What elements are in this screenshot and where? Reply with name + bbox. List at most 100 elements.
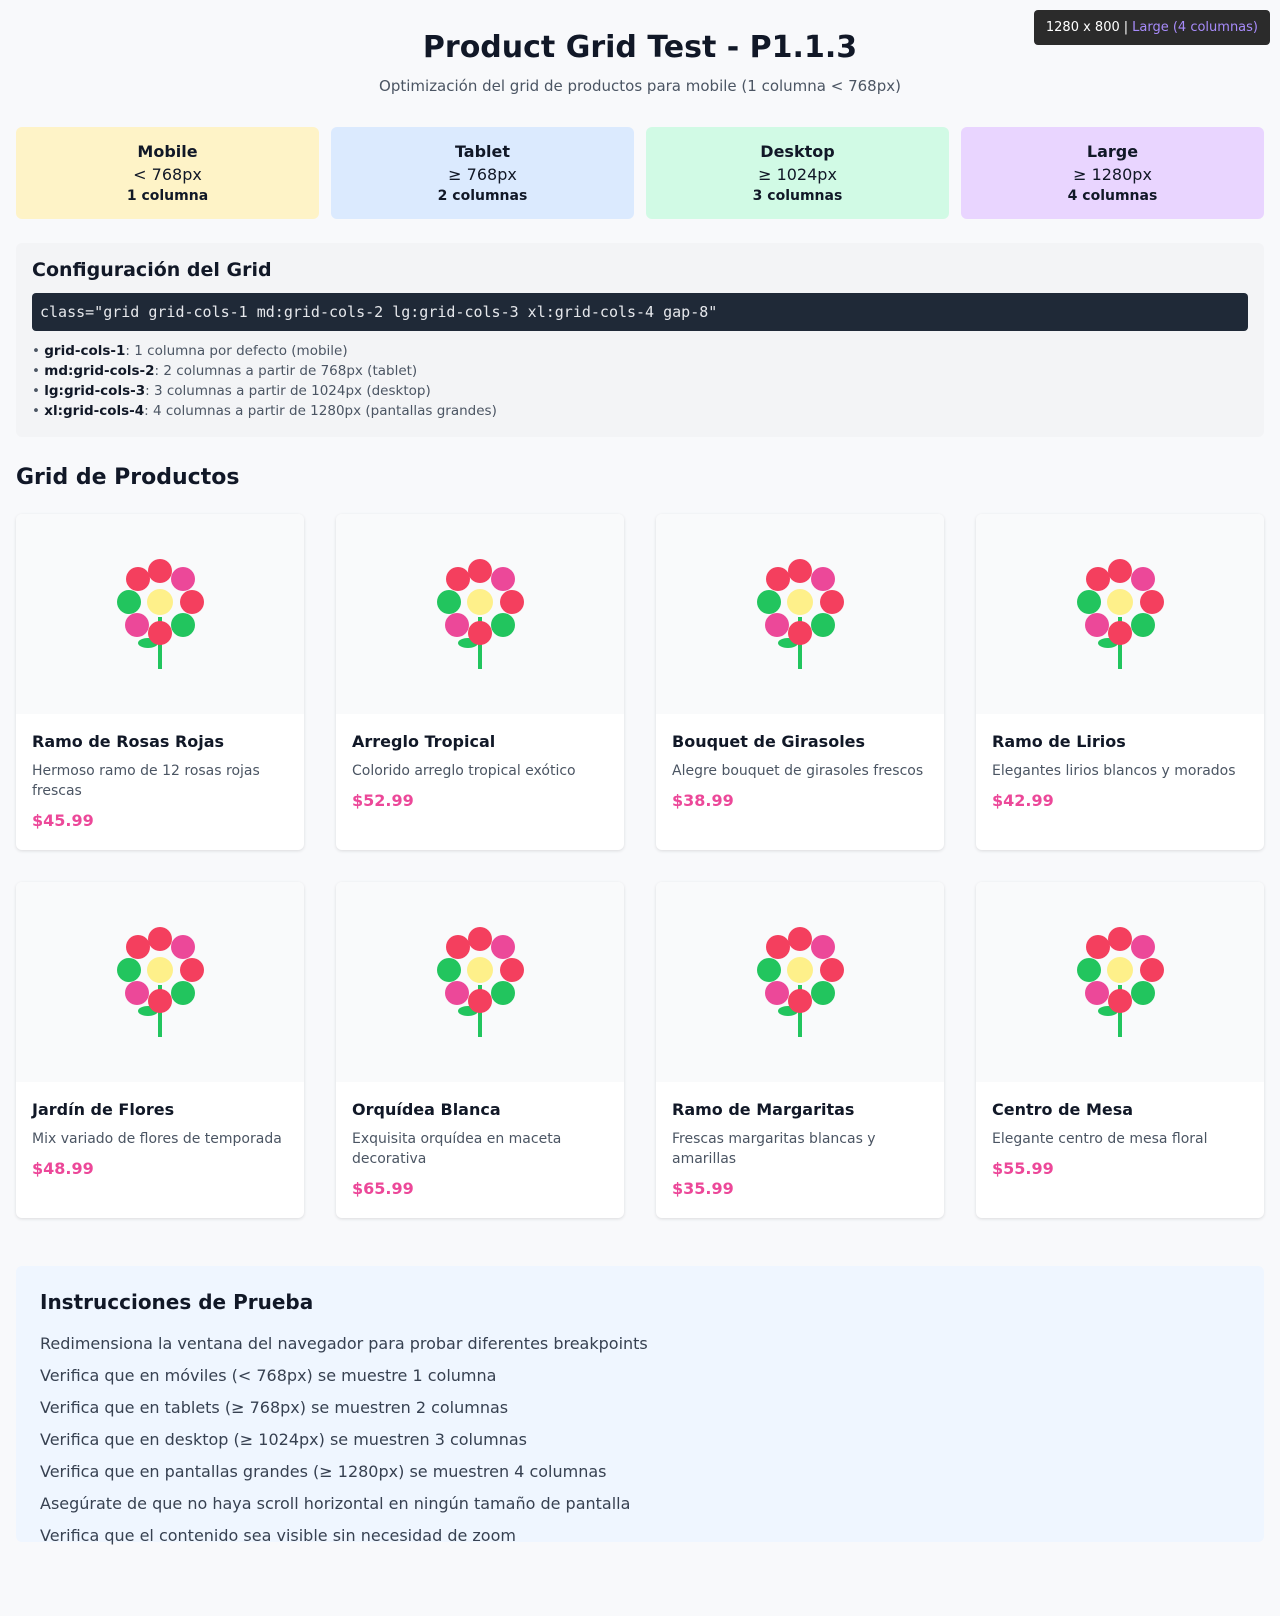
product-name: Arreglo Tropical xyxy=(352,732,496,751)
product-description: Mix variado de flores de temporada xyxy=(32,1131,282,1147)
product-name: Bouquet de Girasoles xyxy=(672,732,866,751)
product-image xyxy=(16,514,304,714)
instruction-item: Verifica que en móviles (< 768px) se mue… xyxy=(40,1366,497,1385)
product-price: $35.99 xyxy=(672,1179,734,1198)
product-info: Bouquet de Girasoles Alegre bouquet de gi… xyxy=(656,714,944,826)
instruction-item: Asegúrate de que no haya scroll horizont… xyxy=(40,1494,631,1513)
product-card[interactable]: Ramo de Lirios Elegantes lirios blancos y… xyxy=(976,514,1264,850)
flower-icon xyxy=(1077,559,1164,669)
instruction-item: Verifica que en tablets (≥ 768px) se mue… xyxy=(40,1398,509,1417)
config-item-text: : 1 columna por defecto (mobile) xyxy=(125,343,348,359)
breakpoint-columns: 4 columnas xyxy=(1067,188,1158,204)
instructions-title: Instrucciones de Prueba xyxy=(40,1290,314,1314)
breakpoint-size: ≥ 1024px xyxy=(758,165,837,184)
flower-icon xyxy=(437,927,524,1037)
product-info: Centro de Mesa Elegante centro de mesa fl… xyxy=(976,1082,1264,1194)
product-name: Ramo de Lirios xyxy=(992,732,1126,751)
breakpoint-columns: 1 columna xyxy=(126,188,209,204)
product-name: Jardín de Flores xyxy=(32,1100,175,1119)
product-description: Elegantes lirios blancos y morados xyxy=(992,763,1236,779)
product-description: Elegante centro de mesa floral xyxy=(992,1131,1208,1147)
config-item-text: : 2 columnas a partir de 768px (tablet) xyxy=(154,363,418,379)
config-code-block: class="grid grid-cols-1 md:grid-cols-2 l… xyxy=(32,293,1248,331)
viewport-breakpoint: Large (4 columnas) xyxy=(1132,20,1258,35)
product-price: $48.99 xyxy=(32,1159,94,1178)
product-info: Ramo de Margaritas Frescas margaritas bla… xyxy=(656,1082,944,1214)
product-price: $42.99 xyxy=(992,791,1054,810)
product-description: Frescas margaritas blancas y amarillas xyxy=(672,1131,876,1167)
instruction-item: Verifica que el contenido sea visible si… xyxy=(40,1526,516,1545)
product-grid: Ramo de Rosas Rojas Hermoso ramo de 12 ro… xyxy=(16,514,1264,1218)
breakpoint-name: Desktop xyxy=(760,142,835,161)
product-price: $45.99 xyxy=(32,811,94,830)
product-card[interactable]: Centro de Mesa Elegante centro de mesa fl… xyxy=(976,882,1264,1218)
product-description: Alegre bouquet de girasoles frescos xyxy=(672,763,924,779)
product-image xyxy=(336,882,624,1082)
instructions-list: Redimensiona la ventana del navegador pa… xyxy=(40,1328,1240,1552)
product-image xyxy=(656,514,944,714)
product-price: $65.99 xyxy=(352,1179,414,1198)
instruction-item: Redimensiona la ventana del navegador pa… xyxy=(40,1334,648,1353)
breakpoint-columns: 3 columnas xyxy=(752,188,843,204)
config-item-text: : 4 columnas a partir de 1280px (pantall… xyxy=(144,403,497,419)
product-price: $52.99 xyxy=(352,791,414,810)
config-item-class: xl:grid-cols-4 xyxy=(44,403,145,419)
instruction-item: Verifica que en desktop (≥ 1024px) se mu… xyxy=(40,1430,527,1449)
flower-icon xyxy=(757,927,844,1037)
flower-icon xyxy=(757,559,844,669)
config-item: • grid-cols-1: 1 columna por defecto (mo… xyxy=(32,343,348,359)
product-card[interactable]: Ramo de Margaritas Frescas margaritas bla… xyxy=(656,882,944,1218)
config-title: Configuración del Grid xyxy=(32,259,272,281)
breakpoint-size: ≥ 1280px xyxy=(1073,165,1152,184)
config-list: • grid-cols-1: 1 columna por defecto (mo… xyxy=(32,341,1248,421)
config-item: • md:grid-cols-2: 2 columnas a partir de… xyxy=(32,363,418,379)
flower-icon xyxy=(437,559,524,669)
product-description: Exquisita orquídea en maceta decorativa xyxy=(352,1131,562,1167)
config-item: • lg:grid-cols-3: 3 columnas a partir de… xyxy=(32,383,431,399)
breakpoint-card-tablet: Tablet ≥ 768px 2 columnas xyxy=(331,127,634,219)
product-image xyxy=(976,514,1264,714)
product-info: Jardín de Flores Mix variado de flores de… xyxy=(16,1082,304,1194)
breakpoint-legend: Mobile < 768px 1 columna Tablet ≥ 768px … xyxy=(16,127,1264,219)
test-instructions-panel: Instrucciones de Prueba Redimensiona la … xyxy=(16,1266,1264,1545)
instruction-item: Verifica que en pantallas grandes (≥ 128… xyxy=(40,1462,607,1481)
product-image xyxy=(976,882,1264,1082)
breakpoint-card-large: Large ≥ 1280px 4 columnas xyxy=(961,127,1264,219)
product-price: $55.99 xyxy=(992,1159,1054,1178)
flower-icon xyxy=(117,559,204,669)
breakpoint-name: Large xyxy=(1086,142,1139,161)
config-item-class: lg:grid-cols-3 xyxy=(44,383,146,399)
product-image xyxy=(656,882,944,1082)
product-info: Ramo de Lirios Elegantes lirios blancos y… xyxy=(976,714,1264,826)
product-card[interactable]: Orquídea Blanca Exquisita orquídea en mac… xyxy=(336,882,624,1218)
product-card[interactable]: Arreglo Tropical Colorido arreglo tropica… xyxy=(336,514,624,850)
product-card[interactable]: Bouquet de Girasoles Alegre bouquet de gi… xyxy=(656,514,944,850)
viewport-separator: | xyxy=(1123,20,1129,35)
product-description: Hermoso ramo de 12 rosas rojas frescas xyxy=(32,763,260,799)
product-description: Colorido arreglo tropical exótico xyxy=(352,763,576,779)
config-item-class: md:grid-cols-2 xyxy=(44,363,155,379)
product-name: Centro de Mesa xyxy=(992,1100,1134,1119)
breakpoint-card-desktop: Desktop ≥ 1024px 3 columnas xyxy=(646,127,949,219)
config-item-text: : 3 columnas a partir de 1024px (desktop… xyxy=(145,383,431,399)
products-section-title: Grid de Productos xyxy=(16,465,240,490)
breakpoint-name: Tablet xyxy=(454,142,511,161)
page-subtitle: Optimización del grid de productos para … xyxy=(379,77,901,95)
breakpoint-columns: 2 columnas xyxy=(437,188,528,204)
config-item-class: grid-cols-1 xyxy=(44,343,126,359)
product-card[interactable]: Jardín de Flores Mix variado de flores de… xyxy=(16,882,304,1218)
page-container: Product Grid Test - P1.1.3 Optimización … xyxy=(0,0,1280,1545)
product-name: Ramo de Rosas Rojas xyxy=(32,732,225,751)
product-card[interactable]: Ramo de Rosas Rojas Hermoso ramo de 12 ro… xyxy=(16,514,304,850)
product-info: Orquídea Blanca Exquisita orquídea en mac… xyxy=(336,1082,624,1214)
flower-icon xyxy=(1077,927,1164,1037)
product-name: Ramo de Margaritas xyxy=(672,1100,855,1119)
product-name: Orquídea Blanca xyxy=(352,1100,501,1119)
viewport-size: 1280 x 800 xyxy=(1045,20,1120,35)
product-price: $38.99 xyxy=(672,791,734,810)
product-image xyxy=(336,514,624,714)
breakpoint-card-mobile: Mobile < 768px 1 columna xyxy=(16,127,319,219)
grid-config-panel: Configuración del Grid class="grid grid-… xyxy=(16,243,1264,437)
product-image xyxy=(16,882,304,1082)
breakpoint-size: ≥ 768px xyxy=(448,165,517,184)
